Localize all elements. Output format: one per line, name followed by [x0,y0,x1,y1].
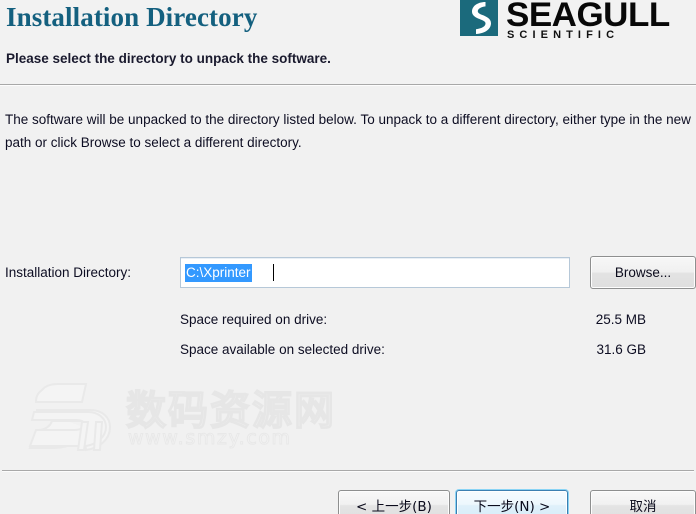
cancel-button[interactable]: 取消 [590,490,696,514]
space-required-label: Space required on drive: [180,312,328,327]
installation-directory-value[interactable]: C:\Xprinter [185,264,252,282]
content-panel: The software will be unpacked to the dir… [0,86,696,470]
space-required-value: 25.5 MB [595,312,646,327]
installation-directory-label: Installation Directory: [5,265,132,280]
footer-bar: < 上一步(B) 下一步(N) > 取消 [0,472,696,514]
back-button[interactable]: < 上一步(B) [338,490,450,514]
space-available-value: 31.6 GB [596,342,646,357]
installer-window: Installation Directory Please select the… [0,0,696,514]
page-title: Installation Directory [6,2,258,32]
text-caret [273,264,274,281]
space-available-label: Space available on selected drive: [180,342,385,357]
browse-button[interactable]: Browse... [590,256,696,289]
intro-text: The software will be unpacked to the dir… [5,112,691,150]
watermark-text: 数码资源网 [125,387,336,434]
installation-directory-input[interactable]: C:\Xprinter [180,257,570,288]
watermark-url: www.smzy.com [128,427,292,450]
seagull-scientific-logo: SEAGULL SCIENTIFIC [460,0,696,42]
smzy-logo-icon [28,382,114,454]
next-button[interactable]: 下一步(N) > [456,490,568,514]
logo-tagline: SCIENTIFIC [507,29,620,41]
page-subtitle: Please select the directory to unpack th… [6,51,331,66]
seagull-s-mark-icon [460,0,498,36]
header-band: Installation Directory Please select the… [0,0,696,84]
site-watermark: 数码资源网 www.smzy.com [22,374,335,458]
